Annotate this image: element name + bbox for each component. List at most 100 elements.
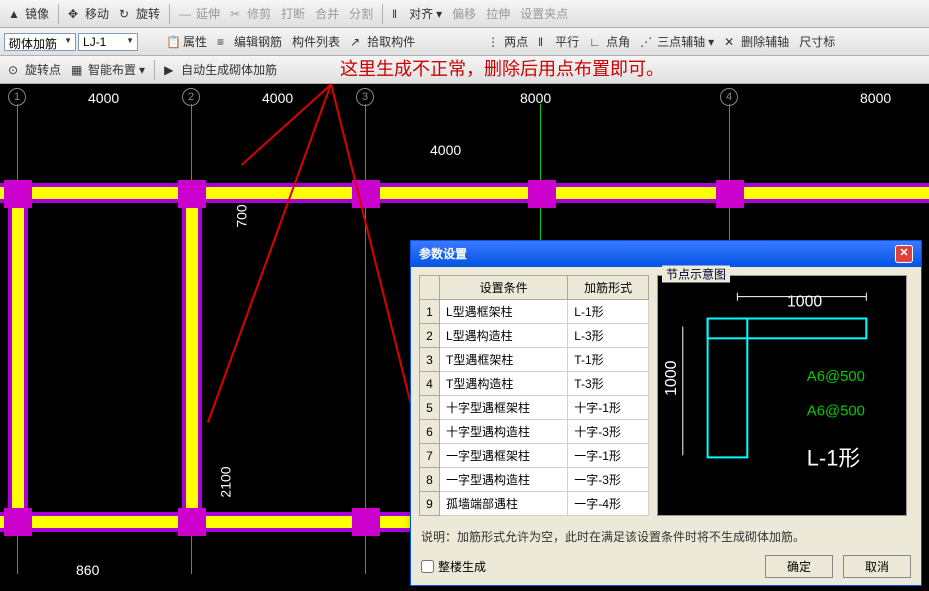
wall[interactable] [8, 192, 28, 522]
row-form: 一字-3形 [568, 468, 649, 492]
pick-icon: ↗ [350, 35, 364, 49]
two-points-button[interactable]: ⋮两点 [483, 31, 532, 52]
row-cond: L型遇框架柱 [440, 300, 568, 324]
rotate-button[interactable]: ↻旋转 [115, 3, 164, 24]
rebar-icon: ≡ [217, 35, 231, 49]
wall[interactable] [182, 192, 202, 522]
break-button[interactable]: 打断 [277, 3, 309, 24]
edit-rebar-button[interactable]: ≡编辑钢筋 [213, 31, 286, 52]
two-points-icon: ⋮ [487, 35, 501, 49]
merge-button[interactable]: 合并 [311, 3, 343, 24]
row-num: 2 [420, 324, 440, 348]
preview-title: 节点示意图 [662, 266, 730, 283]
parallel-button[interactable]: ‖平行 [534, 31, 583, 52]
rotate-icon: ↻ [119, 7, 133, 21]
ok-button[interactable]: 确定 [765, 555, 833, 578]
dim-v-700: 700 [234, 204, 250, 227]
row-cond: T型遇框架柱 [440, 348, 568, 372]
split-button[interactable]: 分割 [345, 3, 377, 24]
table-row[interactable]: 2L型遇构造柱L-3形 [420, 324, 649, 348]
dim-mid: 4000 [430, 142, 461, 158]
table-row[interactable]: 4T型遇构造柱T-3形 [420, 372, 649, 396]
row-form: 一字-1形 [568, 444, 649, 468]
extend-button[interactable]: ―延伸 [175, 3, 224, 24]
condition-table: 设置条件 加筋形式 1L型遇框架柱L-1形2L型遇构造柱L-3形3T型遇框架柱T… [419, 275, 649, 516]
table-row[interactable]: 1L型遇框架柱L-1形 [420, 300, 649, 324]
row-form: 一字-4形 [568, 492, 649, 516]
row-cond: 一字型遇构造柱 [440, 468, 568, 492]
column[interactable] [352, 508, 380, 536]
dim-1000v: 1000 [663, 360, 680, 395]
wall[interactable] [0, 183, 929, 203]
delete-aux-icon: ✕ [724, 35, 738, 49]
dim-button[interactable]: 尺寸标 [795, 31, 839, 52]
column[interactable] [178, 180, 206, 208]
column[interactable] [4, 180, 32, 208]
spec2: A6@500 [807, 404, 865, 420]
extend-icon: ― [179, 7, 193, 21]
align-button[interactable]: ‖对齐 ▾ [388, 3, 446, 24]
properties-button[interactable]: 📋属性 [162, 31, 211, 52]
smart-layout-icon: ▦ [71, 63, 85, 77]
rotate-point-button[interactable]: ⊙旋转点 [4, 59, 65, 80]
row-num: 1 [420, 300, 440, 324]
table-row[interactable]: 6十字型遇构造柱十字-3形 [420, 420, 649, 444]
three-aux-button[interactable]: ⋰三点辅轴 ▾ [636, 31, 718, 52]
dim-top-4: 8000 [860, 90, 891, 106]
trim-icon: ✂ [230, 7, 244, 21]
close-icon[interactable]: ✕ [895, 245, 913, 263]
offset-button[interactable]: 偏移 [448, 3, 480, 24]
row-num: 8 [420, 468, 440, 492]
stretch-button[interactable]: 拉伸 [482, 3, 514, 24]
smart-layout-button[interactable]: ▦智能布置 ▾ [67, 59, 149, 80]
mirror-button[interactable]: ▲镜像 [4, 3, 53, 24]
row-num: 4 [420, 372, 440, 396]
row-form: T-3形 [568, 372, 649, 396]
leader-line [330, 84, 417, 424]
shape-label: L-1形 [807, 445, 861, 470]
leader-line [207, 84, 332, 423]
pick-member-button[interactable]: ↗拾取构件 [346, 31, 419, 52]
table-row[interactable]: 7一字型遇框架柱一字-1形 [420, 444, 649, 468]
row-cond: 孤墙端部遇柱 [440, 492, 568, 516]
dim-top-3: 8000 [520, 90, 551, 106]
member-list-button[interactable]: 构件列表 [288, 31, 344, 52]
column[interactable] [178, 508, 206, 536]
separator [169, 4, 170, 24]
align-icon: ‖ [392, 7, 406, 21]
row-num: 3 [420, 348, 440, 372]
whole-floor-input[interactable] [421, 560, 434, 573]
separator [154, 60, 155, 80]
dialog-titlebar[interactable]: 参数设置 ✕ [411, 241, 921, 267]
move-button[interactable]: ✥移动 [64, 3, 113, 24]
whole-floor-checkbox[interactable]: 整楼生成 [421, 558, 486, 575]
row-cond: 十字型遇构造柱 [440, 420, 568, 444]
column[interactable] [4, 508, 32, 536]
row-num: 5 [420, 396, 440, 420]
toolbar-2: 砌体加筋 LJ-1 📋属性 ≡编辑钢筋 构件列表 ↗拾取构件 ⋮两点 ‖平行 ∟… [0, 28, 929, 56]
preview-diagram: 1000 1000 A6@500 A6@500 L-1形 [658, 276, 906, 486]
auto-gen-icon: ▶ [164, 63, 178, 77]
row-form: L-1形 [568, 300, 649, 324]
column[interactable] [716, 180, 744, 208]
column[interactable] [528, 180, 556, 208]
trim-button[interactable]: ✂修剪 [226, 3, 275, 24]
reinforce-dropdown[interactable]: 砌体加筋 [4, 33, 76, 51]
col-form: 加筋形式 [568, 276, 649, 300]
delete-aux-button[interactable]: ✕删除辅轴 [720, 31, 793, 52]
table-row[interactable]: 9孤墙端部遇柱一字-4形 [420, 492, 649, 516]
table-row[interactable]: 8一字型遇构造柱一字-3形 [420, 468, 649, 492]
row-form: 十字-1形 [568, 396, 649, 420]
row-num: 9 [420, 492, 440, 516]
spec1: A6@500 [807, 369, 865, 385]
parallel-icon: ‖ [538, 35, 552, 49]
corner-button[interactable]: ∟点角 [585, 31, 634, 52]
dialog-note: 说明：加筋形式允许为空，此时在满足该设置条件时将不生成砌体加筋。 [411, 524, 921, 549]
row-cond: T型遇构造柱 [440, 372, 568, 396]
code-dropdown[interactable]: LJ-1 [78, 33, 138, 51]
table-row[interactable]: 3T型遇框架柱T-1形 [420, 348, 649, 372]
setgrip-button[interactable]: 设置夹点 [516, 3, 572, 24]
auto-gen-button[interactable]: ▶自动生成砌体加筋 [160, 59, 281, 80]
cancel-button[interactable]: 取消 [843, 555, 911, 578]
table-row[interactable]: 5十字型遇框架柱十字-1形 [420, 396, 649, 420]
